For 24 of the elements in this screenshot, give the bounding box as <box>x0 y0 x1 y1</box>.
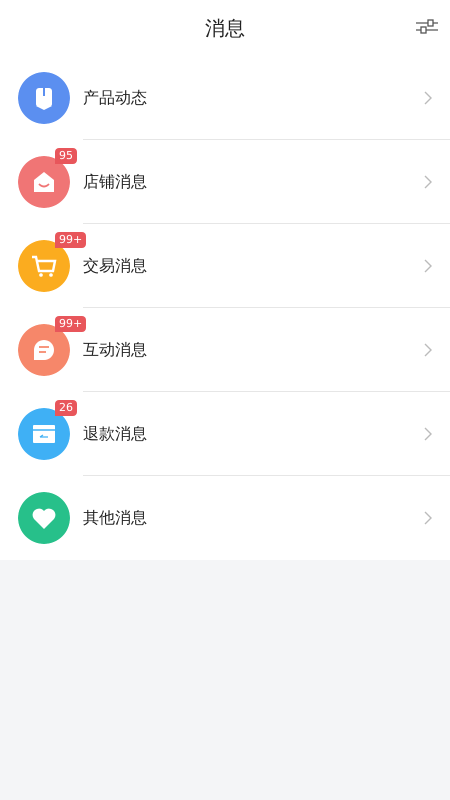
category-label: 退款消息 <box>83 422 147 444</box>
chevron-icon <box>424 426 432 440</box>
chevron-icon <box>424 342 432 356</box>
category-label: 互动消息 <box>83 338 147 360</box>
message-category-row[interactable]: 26 退款消息 <box>0 392 450 476</box>
message-category-row[interactable]: 产品动态 <box>0 56 450 140</box>
filter-icon[interactable] <box>416 18 438 36</box>
chevron-icon <box>424 90 432 104</box>
page-title: 消息 <box>205 15 245 42</box>
message-category-row[interactable]: 95 店铺消息 <box>0 140 450 224</box>
unread-count: 99+ <box>55 232 86 248</box>
unread-count: 26 <box>55 400 77 416</box>
unread-count: 95 <box>55 148 77 164</box>
message-category-row[interactable]: 其他消息 <box>0 476 450 560</box>
category-label: 其他消息 <box>83 507 147 529</box>
category-label: 交易消息 <box>83 254 147 276</box>
chevron-icon <box>424 258 432 272</box>
chevron-icon <box>424 174 432 188</box>
message-category-row[interactable]: 99+ 互动消息 <box>0 308 450 392</box>
category-label: 产品动态 <box>83 86 147 108</box>
unread-count: 99+ <box>55 316 86 332</box>
chevron-icon <box>424 511 432 525</box>
message-category-row[interactable]: 99+ 交易消息 <box>0 224 450 308</box>
category-label: 店铺消息 <box>83 170 147 192</box>
